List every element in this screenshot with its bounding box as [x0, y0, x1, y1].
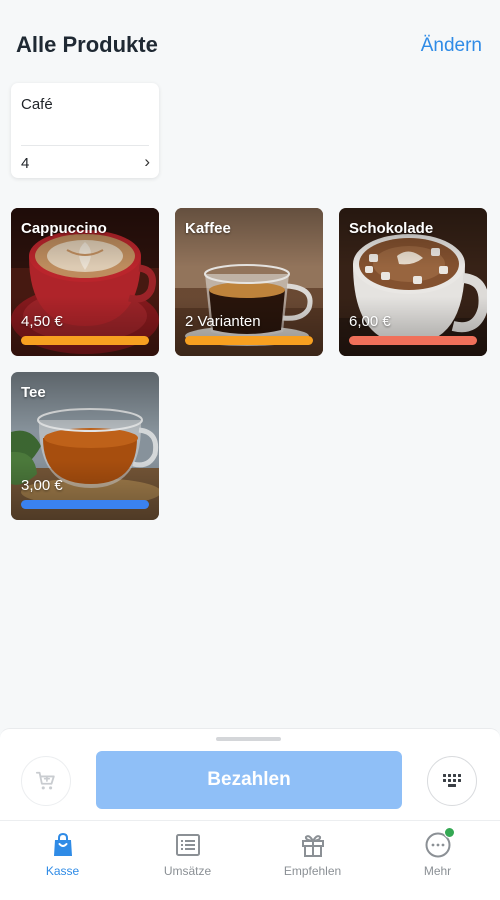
- product-name: Kaffee: [185, 220, 231, 237]
- tab-label: Umsätze: [163, 864, 212, 878]
- pay-button[interactable]: Bezahlen: [96, 751, 402, 809]
- product-name: Tee: [21, 384, 46, 401]
- product-color-bar: [21, 336, 149, 345]
- tab-label: Kasse: [45, 864, 80, 878]
- tab-mehr[interactable]: Mehr: [375, 821, 500, 900]
- tab-label: Empfehlen: [283, 864, 342, 878]
- page-header: Alle Produkte Ändern: [0, 0, 500, 80]
- tab-empfehlen[interactable]: Empfehlen: [250, 821, 375, 900]
- gift-icon: [301, 835, 324, 857]
- product-tile-schokolade[interactable]: Schokolade 6,00 €: [339, 208, 487, 356]
- product-color-bar: [21, 500, 149, 509]
- checkout-panel: Bezahlen: [0, 728, 500, 820]
- receipt-list-icon: [175, 834, 200, 856]
- page-title: Alle Produkte: [16, 32, 158, 57]
- category-name: Café: [21, 96, 53, 113]
- category-divider: [21, 145, 149, 146]
- product-color-bar: [349, 336, 477, 345]
- product-tile-tee[interactable]: Tee 3,00 €: [11, 372, 159, 520]
- tab-bar: Kasse Umsätze Empfehlen Mehr: [0, 820, 500, 900]
- product-price: 4,50 €: [21, 313, 63, 330]
- product-price: 3,00 €: [21, 477, 63, 494]
- chevron-right-icon: ›: [144, 152, 150, 171]
- keypad-button[interactable]: [427, 756, 477, 806]
- product-price: 2 Varianten: [185, 313, 261, 330]
- notification-badge: [444, 827, 455, 838]
- shopping-bag-icon: [53, 832, 72, 856]
- tab-label: Mehr: [423, 864, 452, 878]
- edit-button[interactable]: Ändern: [421, 35, 482, 57]
- cart-button[interactable]: [21, 756, 71, 806]
- category-card-cafe[interactable]: Café 4 ›: [11, 83, 159, 178]
- product-tile-cappuccino[interactable]: Cappuccino 4,50 €: [11, 208, 159, 356]
- product-tile-kaffee[interactable]: Kaffee 2 Varianten: [175, 208, 323, 356]
- tab-kasse[interactable]: Kasse: [0, 821, 125, 900]
- product-name: Cappuccino: [21, 220, 107, 237]
- tab-umsaetze[interactable]: Umsätze: [125, 821, 250, 900]
- keypad-icon: [443, 774, 461, 787]
- shopping-cart-icon: [35, 771, 55, 790]
- product-color-bar: [185, 336, 313, 345]
- drag-handle[interactable]: [216, 737, 281, 741]
- product-price: 6,00 €: [349, 313, 391, 330]
- category-count: 4: [21, 155, 30, 172]
- product-name: Schokolade: [349, 220, 434, 237]
